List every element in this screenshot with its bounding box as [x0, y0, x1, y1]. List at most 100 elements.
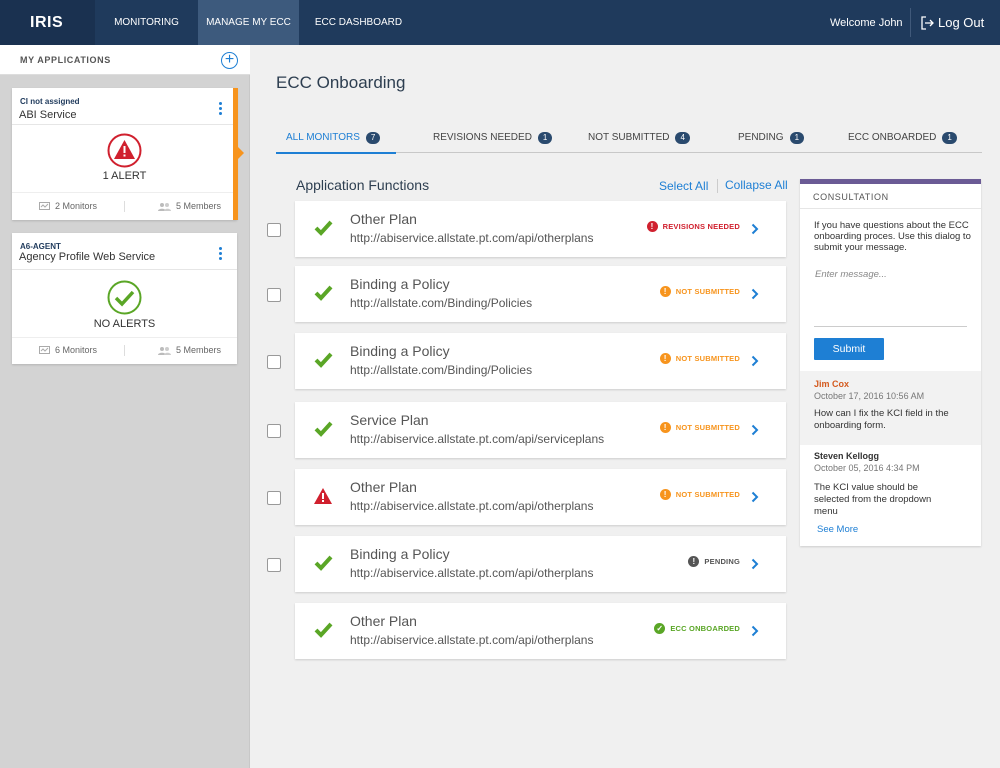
status-icon: ! [659, 353, 671, 364]
tab-ecc-onboarded[interactable]: ECC ONBOARDED 1 [848, 128, 957, 153]
nav-divider [910, 8, 911, 37]
status-label: NOT SUBMITTED [675, 287, 740, 296]
logout-icon [920, 15, 934, 30]
divider [12, 269, 237, 270]
status-icon: ✓ [654, 623, 666, 634]
app-card-agency-profile[interactable]: A6-AGENT Agency Profile Web Service NO A… [12, 233, 237, 364]
status-label: ECC ONBOARDED [670, 624, 740, 633]
function-url: http://abiservice.allstate.pt.com/api/se… [350, 432, 605, 446]
monitor-icon [39, 346, 50, 354]
tab-bar: ALL MONITORS 7 REVISIONS NEEDED 1 NOT SUBM… [276, 128, 982, 154]
row-checkbox[interactable] [267, 424, 281, 438]
chevron-right-icon[interactable] [751, 490, 759, 508]
row-checkbox[interactable] [267, 288, 281, 302]
status-icon: ! [646, 221, 658, 232]
welcome-text: Welcome John [830, 17, 903, 29]
check-icon [314, 352, 333, 373]
link-divider [717, 179, 718, 193]
message-time: October 17, 2016 10:56 AM [814, 391, 925, 401]
selected-arrow [238, 147, 244, 159]
members-count: 5 Members [158, 201, 221, 211]
function-row[interactable]: Other Plan http://abiservice.allstate.pt.… [295, 201, 786, 257]
plus-circle-icon[interactable]: + [221, 52, 238, 69]
function-url: http://abiservice.allstate.pt.com/api/ot… [350, 231, 594, 245]
app-logo[interactable]: IRIS [0, 0, 95, 45]
status-badge: ! NOT SUBMITTED [659, 286, 740, 297]
chevron-right-icon[interactable] [751, 354, 759, 372]
tab-not-submitted[interactable]: NOT SUBMITTED 4 [588, 128, 690, 153]
row-checkbox[interactable] [267, 355, 281, 369]
function-row[interactable]: Other Plan http://abiservice.allstate.pt.… [295, 469, 786, 525]
function-row[interactable]: Other Plan http://abiservice.allstate.pt.… [295, 603, 786, 659]
function-row[interactable]: Service Plan http://abiservice.allstate.p… [295, 402, 786, 458]
count-badge: 1 [537, 132, 553, 144]
kebab-menu-icon[interactable] [215, 102, 225, 118]
alert-count: 1 ALERT [102, 170, 147, 182]
monitors-count: 6 Monitors [39, 345, 97, 355]
message-input[interactable]: Enter message... [815, 269, 967, 280]
collapse-all-link[interactable]: Collapse All [725, 178, 788, 192]
message-time: October 05, 2016 4:34 PM [814, 463, 920, 473]
function-row[interactable]: Binding a Policy http://abiservice.allsta… [295, 536, 786, 592]
check-icon [314, 421, 333, 442]
chevron-right-icon[interactable] [751, 287, 759, 305]
chevron-right-icon[interactable] [751, 222, 759, 240]
consultation-panel: CONSULTATION If you have questions about… [800, 179, 981, 546]
status-badge: ✓ ECC ONBOARDED [654, 623, 740, 634]
function-url: http://allstate.com/Binding/Policies [350, 296, 533, 310]
function-url: http://allstate.com/Binding/Policies [350, 363, 533, 377]
divider [12, 192, 237, 193]
count-badge: 1 [942, 132, 957, 144]
tab-pending[interactable]: PENDING 1 [738, 128, 805, 153]
status-badge: ! PENDING [688, 556, 740, 567]
nav-ecc-dashboard[interactable]: ECC DASHBOARD [299, 0, 418, 45]
logout-label: Log Out [938, 14, 985, 30]
status-icon: ! [659, 286, 671, 297]
check-circle-icon [107, 280, 142, 320]
row-checkbox[interactable] [267, 223, 281, 237]
select-all-link[interactable]: Select All [659, 179, 708, 193]
check-icon [314, 285, 333, 306]
chevron-right-icon[interactable] [751, 557, 759, 575]
warning-icon [314, 488, 332, 509]
panel-accent [800, 179, 981, 184]
alert-icon [107, 133, 142, 173]
function-row[interactable]: Binding a Policy http://allstate.com/Bind… [295, 266, 786, 322]
row-checkbox[interactable] [267, 491, 281, 505]
alert-count: NO ALERTS [93, 318, 156, 330]
function-row[interactable]: Binding a Policy http://allstate.com/Bind… [295, 333, 786, 389]
check-icon [314, 220, 333, 241]
tab-all-monitors[interactable]: ALL MONITORS 7 [276, 128, 396, 154]
status-badge: ! NOT SUBMITTED [659, 353, 740, 364]
function-url: http://abiservice.allstate.pt.com/api/ot… [350, 566, 594, 580]
row-checkbox[interactable] [267, 558, 281, 572]
sidebar-title: MY APPLICATIONS [20, 55, 111, 65]
app-name: ABI Service [19, 109, 77, 121]
tab-revisions-needed[interactable]: REVISIONS NEEDED 1 [433, 128, 553, 153]
members-icon [158, 202, 171, 211]
input-underline [814, 326, 967, 327]
message-author: Jim Cox [814, 379, 850, 389]
see-more-link[interactable]: See More [817, 524, 858, 535]
nav-monitoring[interactable]: MONITORING [95, 0, 198, 45]
status-badge: ! NOT SUBMITTED [659, 422, 740, 433]
panel-title: CONSULTATION [813, 192, 889, 202]
members-icon [158, 346, 171, 355]
chevron-right-icon[interactable] [751, 423, 759, 441]
status-label: REVISIONS NEEDED [662, 222, 740, 231]
app-name: Agency Profile Web Service [19, 251, 156, 263]
submit-button[interactable]: Submit [814, 338, 884, 360]
nav-manage-my-ecc[interactable]: MANAGE MY ECC [198, 0, 299, 45]
function-name: Binding a Policy [350, 546, 450, 562]
app-card-abi-service[interactable]: CI not assigned ABI Service 1 ALERT 2 Mo… [12, 88, 237, 220]
divider [800, 208, 981, 209]
status-icon: ! [659, 489, 671, 500]
check-icon [314, 622, 333, 643]
logout-button[interactable]: Log Out [920, 0, 984, 45]
chevron-right-icon[interactable] [751, 624, 759, 642]
kebab-menu-icon[interactable] [215, 247, 225, 263]
count-badge: 1 [789, 132, 805, 144]
divider [12, 124, 237, 125]
status-badge: ! NOT SUBMITTED [659, 489, 740, 500]
sidebar-header: MY APPLICATIONS + [0, 45, 250, 75]
